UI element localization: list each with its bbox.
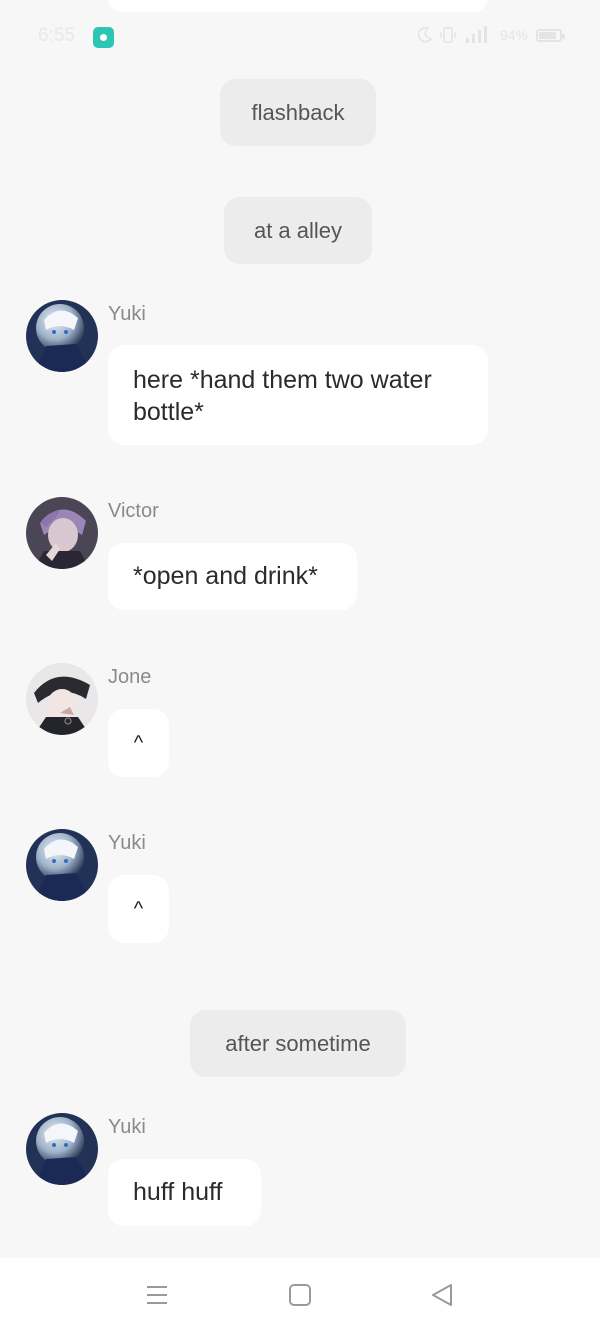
sender-name: Jone [108,666,152,688]
status-time: 6:55 [38,25,75,46]
avatar-yuki[interactable] [26,829,98,901]
system-navigation-bar [0,1258,600,1333]
sender-name: Victor [108,500,159,522]
status-bar: 6:55 94% [0,22,600,52]
menu-icon[interactable] [145,1283,169,1307]
vibrate-icon [440,27,456,43]
sender-name: Yuki [108,303,146,325]
message-bubble[interactable]: *open and drink* [108,543,357,610]
previous-message-bubble [108,0,488,12]
do-not-disturb-icon [417,27,432,43]
system-message-flashback: flashback [220,79,376,146]
battery-percentage: 94% [499,27,528,43]
avatar-victor[interactable] [26,497,98,569]
avatar-yuki[interactable] [26,300,98,372]
avatar-yuki[interactable] [26,1113,98,1185]
system-message-time-skip: after sometime [190,1010,406,1077]
message-bubble[interactable]: huff huff [108,1159,261,1226]
battery-icon [536,28,565,42]
app-notification-icon [93,27,114,48]
message-bubble[interactable]: ^ [108,709,169,777]
home-icon[interactable] [288,1283,312,1307]
back-icon[interactable] [430,1283,454,1307]
message-bubble[interactable]: ^ [108,875,169,943]
system-message-location: at a alley [224,197,372,264]
sender-name: Yuki [108,832,146,854]
sender-name: Yuki [108,1116,146,1138]
avatar-jone[interactable] [26,663,98,735]
status-icons: 94% [417,26,565,44]
message-bubble[interactable]: here *hand them two water bottle* [108,345,488,445]
signal-icon [465,26,487,43]
